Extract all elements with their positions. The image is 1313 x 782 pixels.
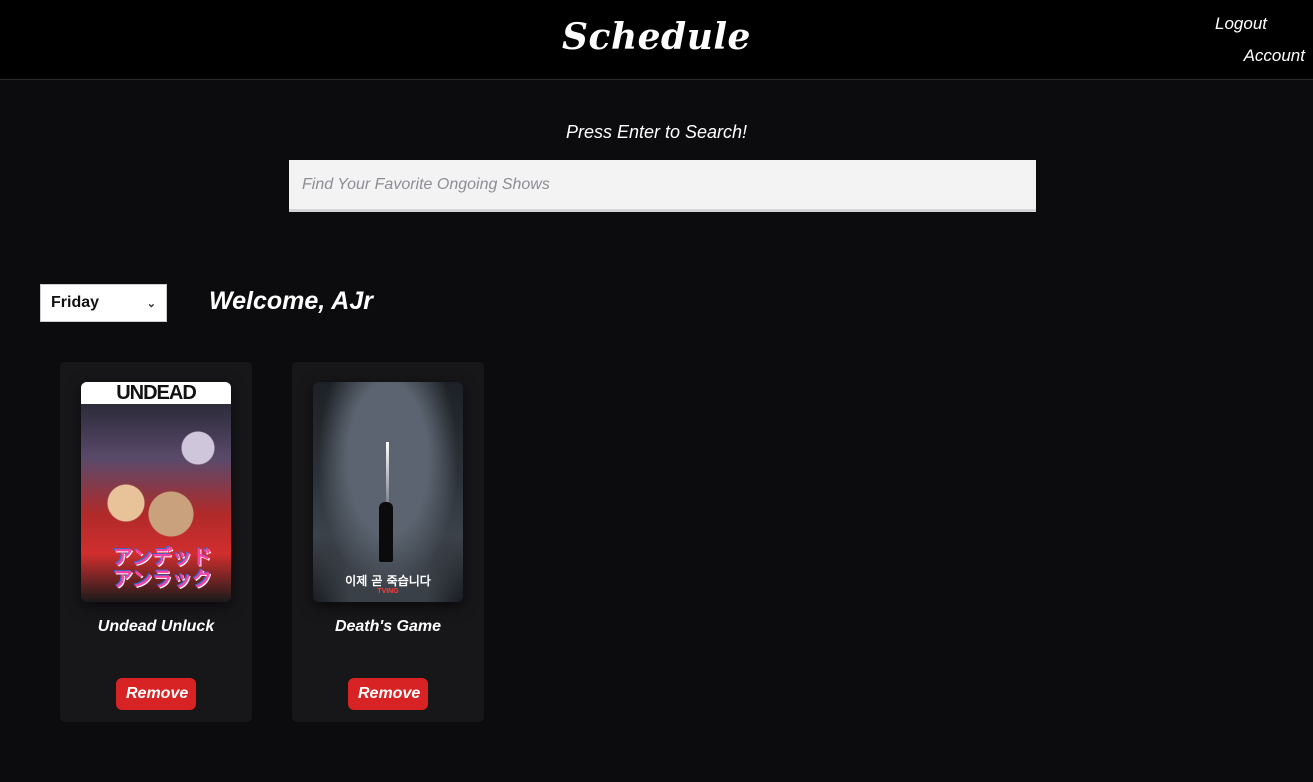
- day-select-value: Friday: [51, 294, 100, 311]
- poster-title-text: 이제 곧 죽습니다: [345, 574, 431, 588]
- show-title: Death's Game: [334, 618, 442, 635]
- remove-button[interactable]: Remove: [348, 678, 428, 710]
- show-title: Undead Unluck: [97, 618, 215, 635]
- poster-figure: [379, 502, 393, 562]
- search-input[interactable]: [289, 160, 1036, 212]
- chevron-down-icon: ⌄: [146, 297, 156, 310]
- remove-button[interactable]: Remove: [116, 678, 196, 710]
- welcome-message: Welcome, AJr: [209, 287, 373, 315]
- show-poster[interactable]: 이제 곧 죽습니다 TVING: [313, 382, 463, 602]
- poster-brand-text: TVING: [377, 588, 399, 595]
- poster-title-text: アンデッド アンラック: [113, 545, 213, 591]
- search-hint: Press Enter to Search!: [565, 122, 748, 142]
- top-navbar: Schedule Logout Account: [0, 0, 1313, 80]
- day-select[interactable]: Friday ⌄: [40, 284, 167, 322]
- logout-link[interactable]: Logout: [1215, 14, 1267, 34]
- show-card: UNDEAD アンデッド アンラック Undead Unluck Remove: [60, 362, 252, 722]
- show-card: 이제 곧 죽습니다 TVING Death's Game Remove: [292, 362, 484, 722]
- show-poster[interactable]: UNDEAD アンデッド アンラック: [81, 382, 231, 602]
- app-title: Schedule: [562, 16, 751, 58]
- account-link[interactable]: Account: [1244, 46, 1305, 66]
- poster-logo-band: UNDEAD: [81, 382, 231, 404]
